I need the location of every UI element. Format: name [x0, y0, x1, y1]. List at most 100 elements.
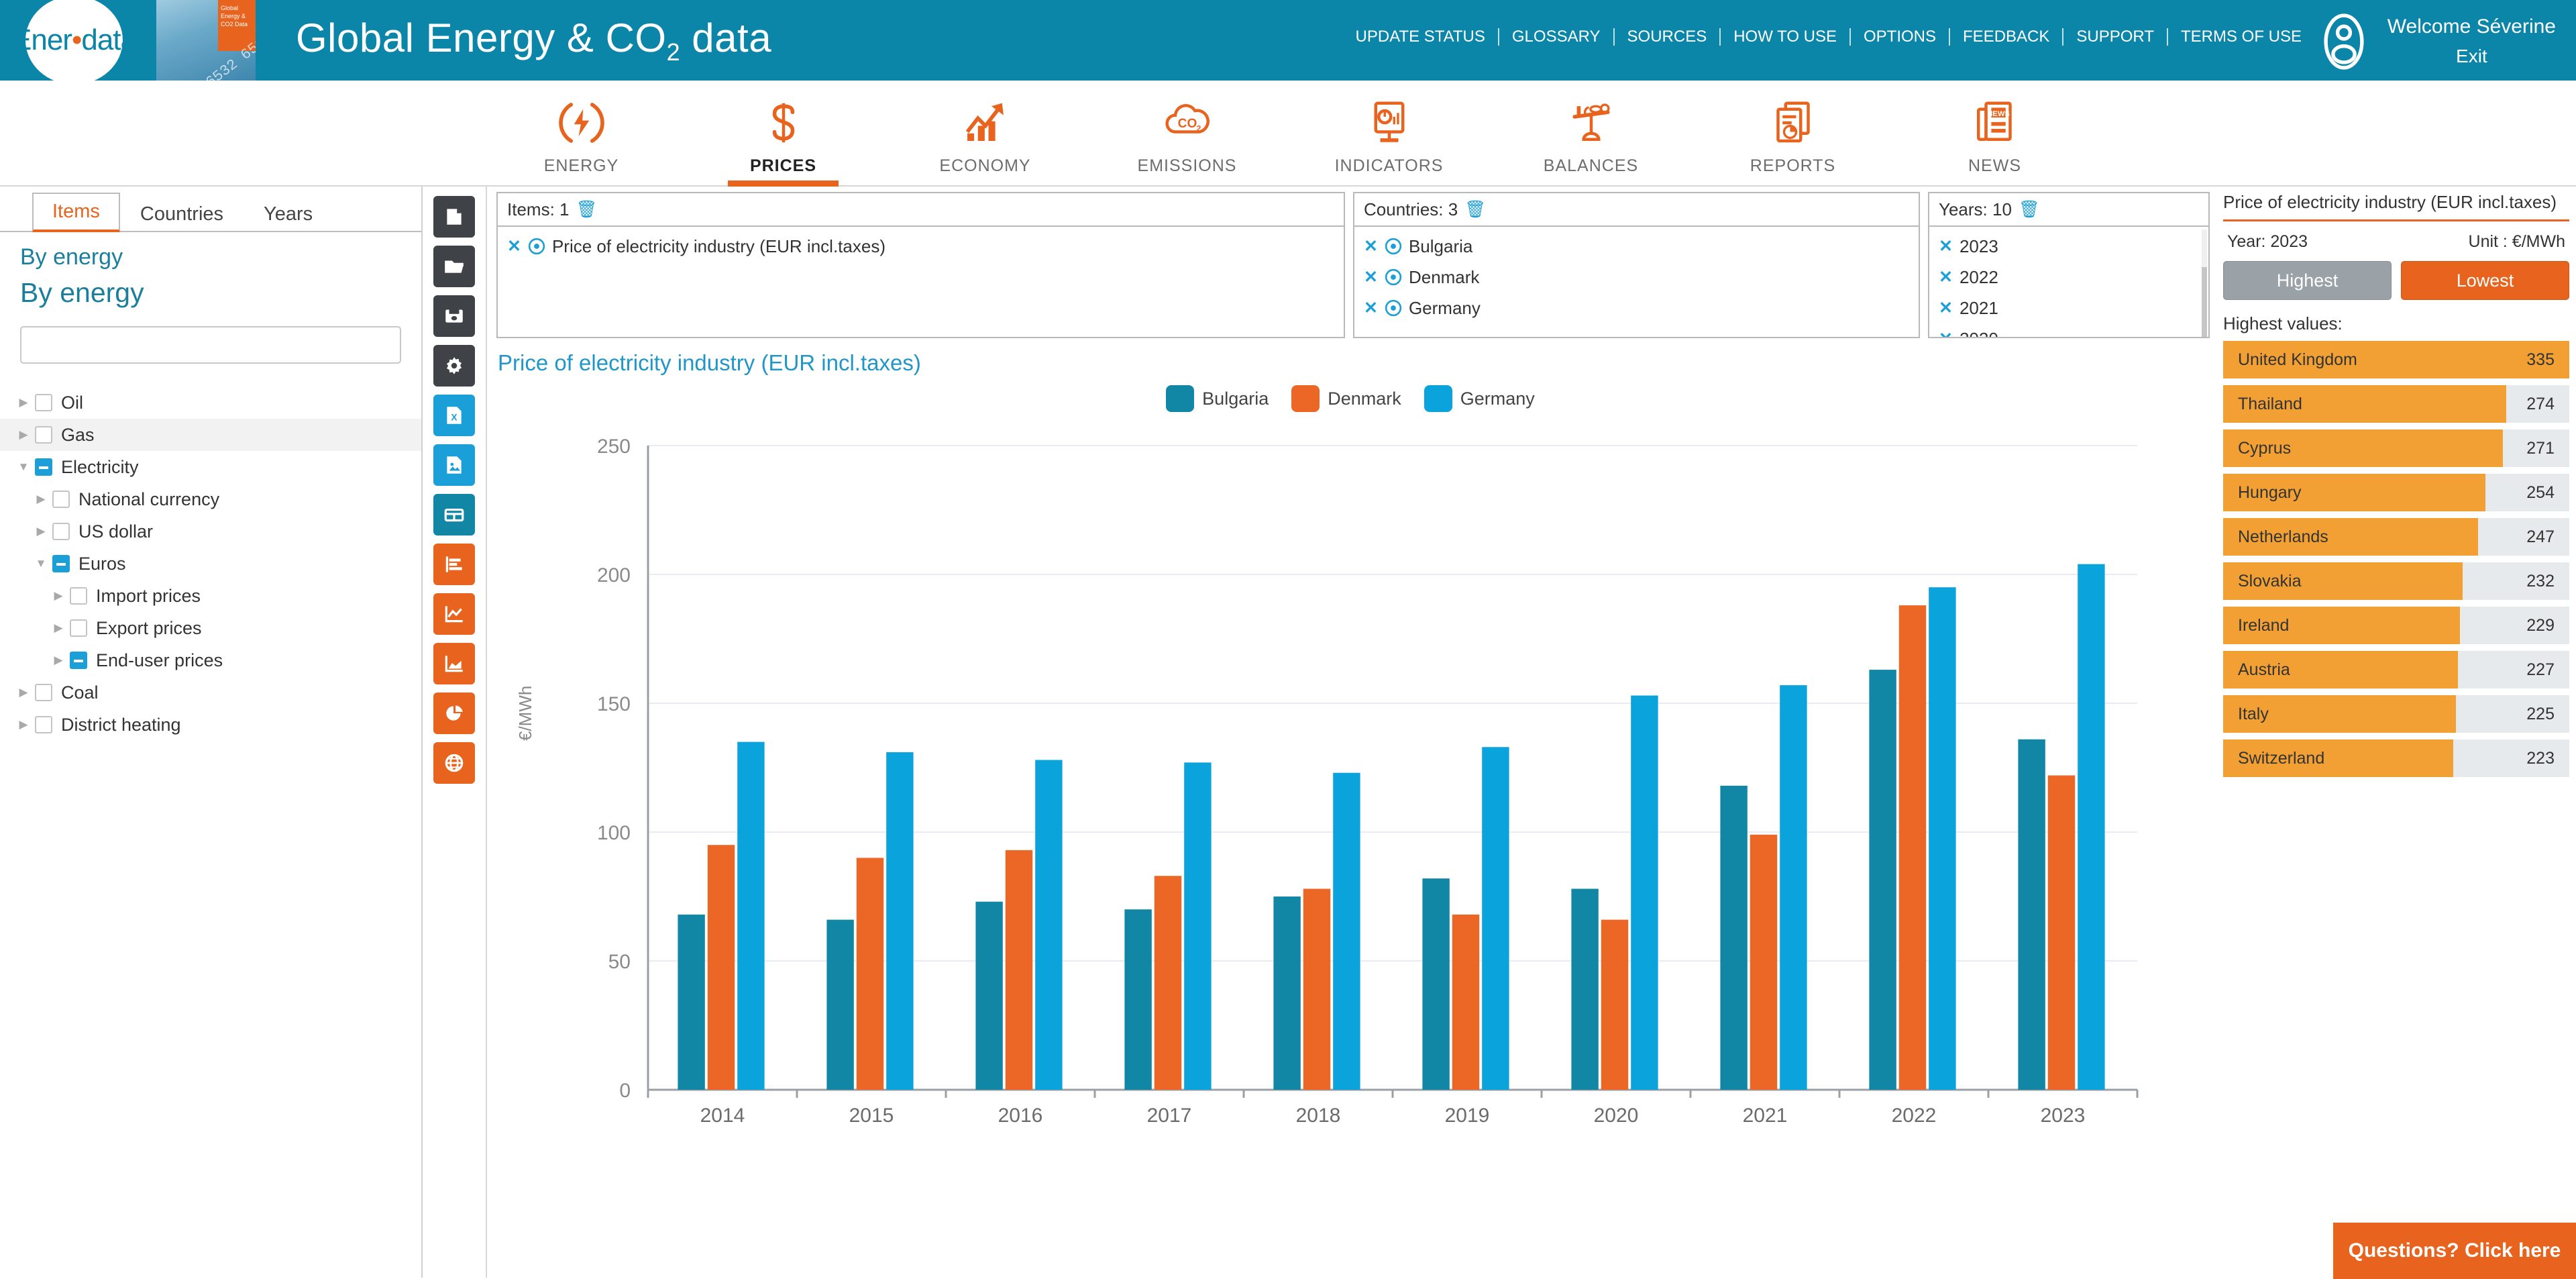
nav-prices[interactable]: PRICES [718, 95, 849, 187]
chart-bar[interactable] [886, 752, 914, 1090]
tree-item-gas[interactable]: ▶ Gas [0, 419, 421, 451]
map-view-button[interactable] [433, 742, 475, 784]
ranking-row[interactable]: Italy 225 [2223, 695, 2569, 733]
tree-item-import-prices[interactable]: ▶ Import prices [0, 580, 421, 612]
legend-item[interactable]: Bulgaria [1166, 385, 1269, 412]
chart-bar[interactable] [1005, 850, 1033, 1090]
export-excel-button[interactable]: X [433, 395, 475, 436]
top-nav-feedback[interactable]: FEEDBACK [1950, 28, 2064, 46]
chart-bar[interactable] [1124, 909, 1152, 1090]
tree-checkbox[interactable] [35, 394, 52, 411]
legend-item[interactable]: Germany [1424, 385, 1535, 412]
visibility-eye-icon[interactable] [1385, 268, 1402, 286]
chart-bar[interactable] [1898, 605, 1927, 1090]
line-chart-button[interactable] [433, 593, 475, 635]
highest-button[interactable]: Highest [2223, 261, 2392, 300]
tree-item-coal[interactable]: ▶ Coal [0, 676, 421, 709]
remove-x-icon[interactable]: ✕ [1939, 298, 1953, 318]
top-nav-glossary[interactable]: GLOSSARY [1499, 28, 1615, 46]
chart-bar[interactable] [678, 914, 705, 1090]
nav-reports[interactable]: REPORTS [1727, 95, 1858, 185]
chart-bar[interactable] [1571, 888, 1599, 1090]
remove-x-icon[interactable]: ✕ [1939, 236, 1953, 256]
tree-item-us-dollar[interactable]: ▶ US dollar [0, 515, 421, 548]
tree-item-electricity[interactable]: ▼ Electricity [0, 451, 421, 483]
remove-x-icon[interactable]: ✕ [1939, 329, 1953, 337]
new-document-button[interactable] [433, 196, 475, 238]
settings-button[interactable] [433, 345, 475, 387]
years-clear-trash-icon[interactable]: 🗑 [2019, 200, 2040, 219]
chevron-down-icon[interactable]: ▼ [12, 460, 35, 474]
tree-checkbox[interactable] [52, 555, 70, 572]
visibility-eye-icon[interactable] [1385, 238, 1402, 255]
chevron-right-icon[interactable]: ▶ [47, 589, 70, 603]
chart-bar[interactable] [2047, 775, 2076, 1090]
tree-checkbox[interactable] [52, 523, 70, 540]
nav-economy[interactable]: ECONOMY [920, 95, 1051, 185]
nav-indicators[interactable]: INDICATORS [1324, 95, 1454, 185]
chart-bar[interactable] [1035, 760, 1063, 1090]
chevron-right-icon[interactable]: ▶ [12, 396, 35, 409]
lowest-button[interactable]: Lowest [2401, 261, 2569, 300]
years-scrollbar-thumb[interactable] [2202, 267, 2207, 337]
chart-bar[interactable] [1631, 695, 1658, 1090]
chart-bar[interactable] [1422, 878, 1450, 1090]
countries-clear-trash-icon[interactable]: 🗑 [1464, 200, 1486, 219]
bar-chart-button[interactable] [433, 544, 475, 585]
chart-bar[interactable] [1482, 747, 1509, 1090]
chevron-right-icon[interactable]: ▶ [12, 428, 35, 442]
enerdata-logo[interactable]: Ener•data [12, 0, 137, 85]
ranking-row[interactable]: Netherlands 247 [2223, 518, 2569, 556]
top-nav-options[interactable]: OPTIONS [1851, 28, 1951, 46]
remove-x-icon[interactable]: ✕ [1939, 267, 1953, 287]
tree-item-end-user-prices[interactable]: ▶ End-user prices [0, 644, 421, 676]
top-nav-support[interactable]: SUPPORT [2063, 28, 2168, 46]
tree-checkbox[interactable] [35, 458, 52, 476]
tree-checkbox[interactable] [52, 491, 70, 508]
chart-bar[interactable] [1750, 834, 1778, 1090]
chart-bar[interactable] [707, 845, 735, 1090]
chart-bar[interactable] [1780, 685, 1807, 1090]
chart-bar[interactable] [1154, 876, 1182, 1090]
chart-bar[interactable] [1333, 772, 1360, 1090]
tree-item-national-currency[interactable]: ▶ National currency [0, 483, 421, 515]
export-image-button[interactable] [433, 444, 475, 486]
items-clear-trash-icon[interactable]: 🗑 [576, 200, 597, 219]
chart-bar[interactable] [1601, 919, 1629, 1090]
chevron-right-icon[interactable]: ▶ [47, 654, 70, 667]
chart-bar[interactable] [1303, 888, 1331, 1090]
chart-bar[interactable] [1273, 897, 1301, 1090]
tree-checkbox[interactable] [70, 652, 87, 669]
tree-item-export-prices[interactable]: ▶ Export prices [0, 612, 421, 644]
chevron-down-icon[interactable]: ▼ [30, 557, 52, 570]
nav-news[interactable]: NEWS NEWS [1929, 95, 2060, 185]
chevron-right-icon[interactable]: ▶ [30, 525, 52, 538]
open-folder-button[interactable] [433, 246, 475, 287]
tree-checkbox[interactable] [35, 716, 52, 733]
chart-bar[interactable] [1869, 670, 1896, 1090]
chart-bar[interactable] [2018, 739, 2045, 1090]
remove-x-icon[interactable]: ✕ [1364, 267, 1378, 287]
chart-bar[interactable] [826, 919, 854, 1090]
nav-balances[interactable]: BALANCES [1525, 95, 1656, 185]
ranking-row[interactable]: Thailand 274 [2223, 385, 2569, 423]
questions-help-button[interactable]: Questions? Click here [2333, 1223, 2576, 1279]
chevron-right-icon[interactable]: ▶ [47, 621, 70, 635]
ranking-row[interactable]: Austria 227 [2223, 651, 2569, 688]
tree-checkbox[interactable] [35, 426, 52, 444]
ranking-row[interactable]: Hungary 254 [2223, 474, 2569, 511]
tree-checkbox[interactable] [35, 684, 52, 701]
chart-bar[interactable] [1720, 785, 1748, 1090]
ranking-row[interactable]: Slovakia 232 [2223, 562, 2569, 600]
area-chart-button[interactable] [433, 643, 475, 684]
exit-link[interactable]: Exit [2387, 42, 2556, 71]
pie-chart-button[interactable] [433, 693, 475, 734]
chart-bar[interactable] [975, 901, 1003, 1090]
chart-bar[interactable] [1452, 914, 1480, 1090]
top-nav-update-status[interactable]: UPDATE STATUS [1343, 28, 1499, 46]
chart-bar[interactable] [2078, 564, 2105, 1090]
chevron-right-icon[interactable]: ▶ [30, 493, 52, 506]
remove-x-icon[interactable]: ✕ [507, 236, 521, 256]
chevron-right-icon[interactable]: ▶ [12, 686, 35, 699]
top-nav-terms-of-use[interactable]: TERMS OF USE [2168, 28, 2314, 46]
